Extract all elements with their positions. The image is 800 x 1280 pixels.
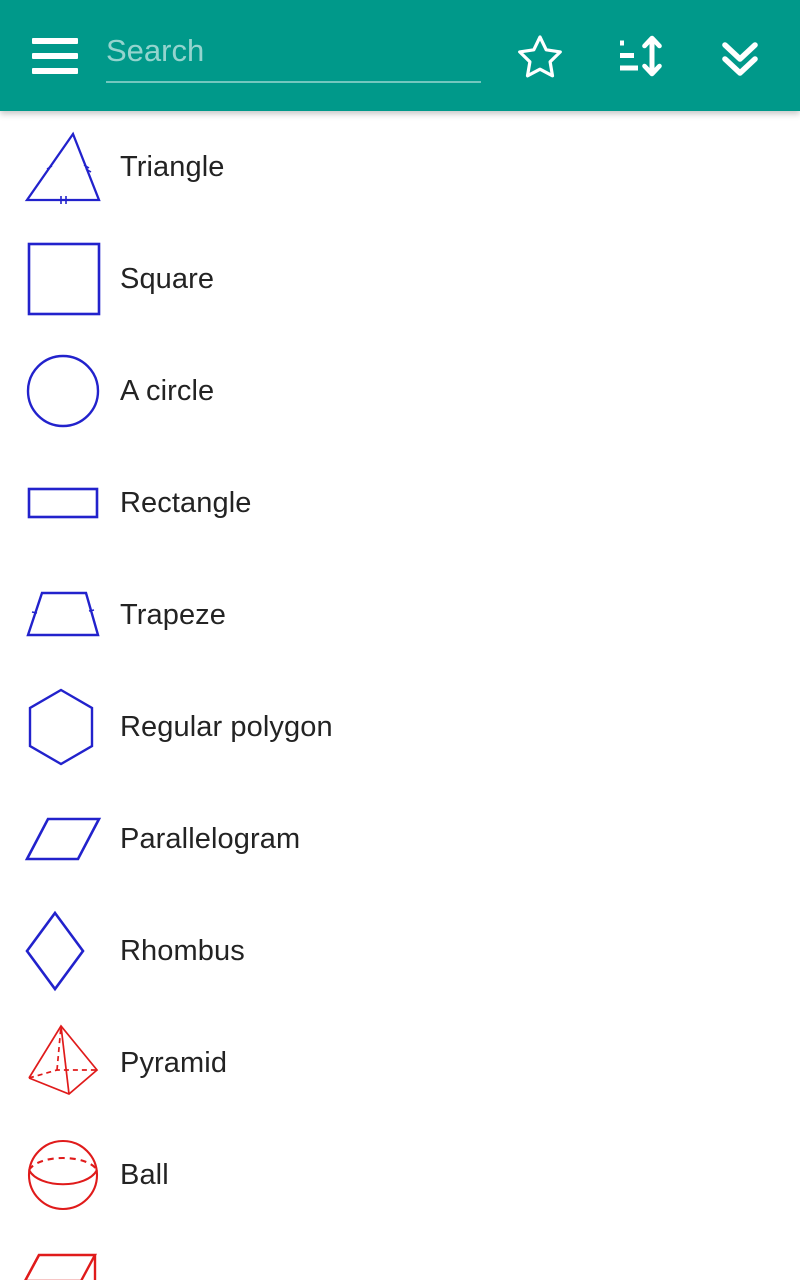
favorites-button[interactable] [514,30,566,82]
app-root: Triangle Square A circle [0,0,800,1280]
list-item[interactable]: Triangle [0,111,800,223]
list-item-label: A circle [120,375,215,407]
list-item-label: Ball [120,1159,169,1191]
list-item-label: Triangle [120,151,225,183]
star-outline-icon [516,32,564,80]
trapezoid-shape-icon [0,559,120,671]
rectangle-shape-icon [0,447,120,559]
list-item-label: Pyramid [120,1047,228,1079]
search-input[interactable] [106,26,481,83]
list-item-label: Regular polygon [120,711,333,743]
list-item[interactable]: Trapeze [0,559,800,671]
list-item[interactable]: Rectangle [0,447,800,559]
expand-button[interactable] [714,30,766,82]
sort-button[interactable] [614,30,666,82]
list-item-label: Rectangle [120,487,252,519]
cuboid-shape-icon [0,1231,120,1280]
list-item-label: Parallelogram [120,823,301,855]
list-item[interactable]: Rhombus [0,895,800,1007]
sort-icon [616,32,664,80]
hamburger-bar [32,67,78,74]
hamburger-bar [32,52,78,59]
rhombus-shape-icon [0,895,120,1007]
hamburger-bar [32,37,78,44]
list-item[interactable] [0,1231,800,1280]
triangle-shape-icon [0,111,120,223]
list-item-label: Trapeze [120,599,227,631]
list-item[interactable]: Square [0,223,800,335]
double-chevron-down-icon [716,32,764,80]
list-item-label: Rhombus [120,935,245,967]
header-actions [514,30,772,82]
list-item[interactable]: Parallelogram [0,783,800,895]
hexagon-shape-icon [0,671,120,783]
sphere-shape-icon [0,1119,120,1231]
list-item[interactable]: Regular polygon [0,671,800,783]
list-item[interactable]: A circle [0,335,800,447]
circle-shape-icon [0,335,120,447]
list-item[interactable]: Pyramid [0,1007,800,1119]
parallelogram-shape-icon [0,783,120,895]
list-item-label: Square [120,263,215,295]
app-header [0,0,800,111]
shapes-list[interactable]: Triangle Square A circle Rectangle Trape… [0,111,800,1280]
search-field-wrapper [106,25,481,87]
square-shape-icon [0,223,120,335]
hamburger-menu-icon[interactable] [28,29,82,83]
list-item[interactable]: Ball [0,1119,800,1231]
pyramid-shape-icon [0,1007,120,1119]
